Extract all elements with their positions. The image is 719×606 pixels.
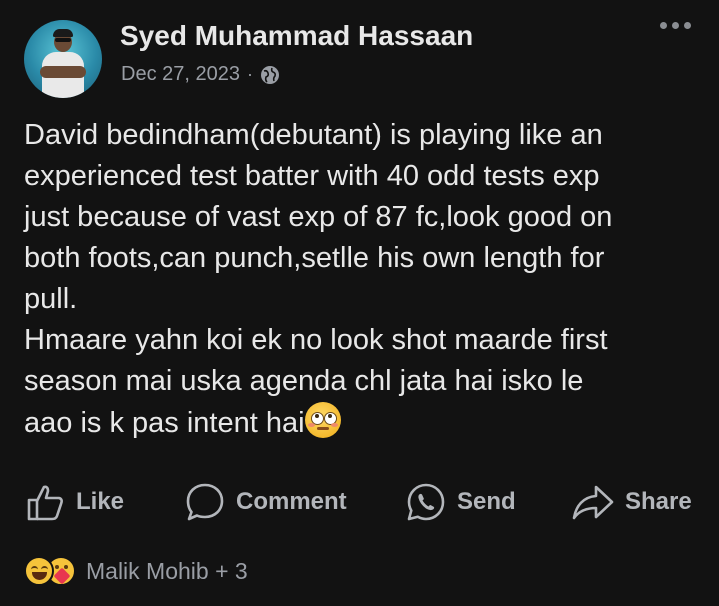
reactions-text: Malik Mohib + 3 — [86, 557, 248, 584]
send-button[interactable]: Send — [405, 478, 516, 526]
post-date[interactable]: Dec 27, 2023 — [121, 63, 240, 86]
post-text: David bedindham(debutant) is playing lik… — [24, 119, 613, 439]
meta-separator: · — [246, 64, 253, 84]
like-label: Like — [76, 488, 125, 515]
share-label: Share — [625, 488, 692, 515]
comment-label: Comment — [236, 488, 347, 515]
laughing-reaction-icon — [24, 556, 54, 586]
send-label: Send — [457, 488, 516, 515]
more-options-button[interactable] — [660, 22, 691, 29]
author-avatar[interactable] — [24, 20, 102, 98]
avatar-glasses — [55, 38, 71, 42]
post-body: David bedindham(debutant) is playing lik… — [24, 115, 704, 444]
more-dot — [672, 22, 679, 29]
like-button[interactable]: Like — [26, 478, 124, 526]
globe-icon[interactable] — [260, 65, 280, 85]
more-dot — [684, 22, 691, 29]
face-with-rolling-eyes-emoji — [304, 402, 341, 438]
share-button[interactable]: Share — [571, 478, 692, 526]
comment-button[interactable]: Comment — [184, 478, 347, 526]
thumbs-up-icon — [27, 485, 63, 521]
author-name[interactable]: Syed Muhammad Hassaan — [120, 20, 473, 52]
post-actions-bar: Like Comment Send Share — [0, 478, 719, 526]
avatar-arms — [40, 66, 86, 78]
reactions-summary[interactable]: Malik Mohib + 3 — [24, 556, 248, 586]
whatsapp-icon — [407, 483, 445, 521]
avatar-hair — [53, 29, 73, 37]
comment-bubble-icon — [186, 483, 224, 521]
more-dot — [660, 22, 667, 29]
share-arrow-icon — [572, 485, 614, 520]
post-meta: Dec 27, 2023 · — [121, 63, 280, 86]
